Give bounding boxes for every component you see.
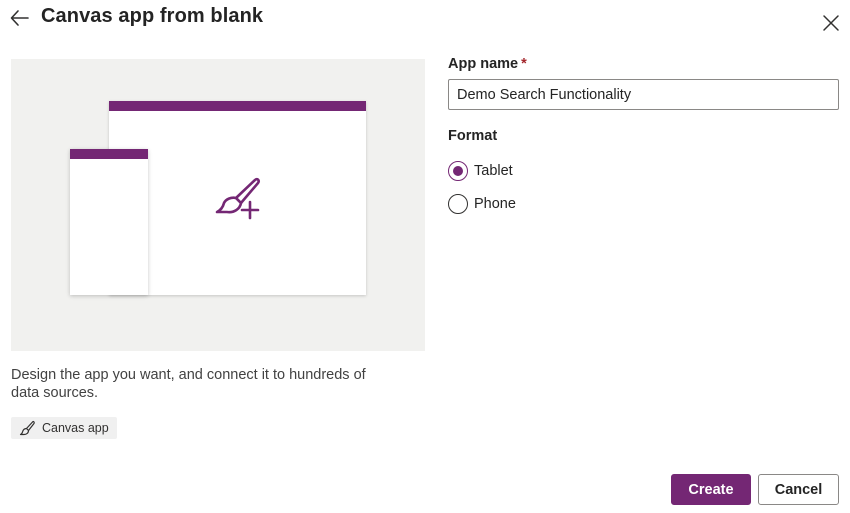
app-type-tag: Canvas app <box>11 417 117 439</box>
app-preview-illustration <box>11 59 425 351</box>
required-marker: * <box>521 56 527 72</box>
format-option-tablet[interactable]: Tablet <box>448 161 513 181</box>
radio-button-tablet[interactable] <box>448 161 468 181</box>
phone-header-bar <box>70 149 148 159</box>
close-icon <box>823 15 839 31</box>
create-button[interactable]: Create <box>671 474 751 505</box>
close-button[interactable] <box>820 12 842 34</box>
format-option-phone[interactable]: Phone <box>448 194 516 214</box>
cancel-button[interactable]: Cancel <box>758 474 839 505</box>
radio-selected-dot <box>453 166 463 176</box>
app-type-tag-label: Canvas app <box>42 421 109 435</box>
phone-mockup <box>70 149 148 295</box>
paintbrush-icon <box>19 420 35 436</box>
app-name-label: App name * <box>448 56 527 72</box>
radio-button-phone[interactable] <box>448 194 468 214</box>
page-title: Canvas app from blank <box>41 5 264 27</box>
app-name-label-text: App name <box>448 56 519 72</box>
app-description: Design the app you want, and connect it … <box>11 367 366 401</box>
tablet-header-bar <box>109 101 366 111</box>
paintbrush-plus-icon <box>215 177 260 220</box>
app-name-input[interactable] <box>448 79 839 110</box>
back-button[interactable] <box>8 6 32 30</box>
format-option-phone-label: Phone <box>474 196 516 212</box>
format-option-tablet-label: Tablet <box>474 163 513 179</box>
format-label: Format <box>448 128 498 144</box>
arrow-left-icon <box>10 10 29 26</box>
